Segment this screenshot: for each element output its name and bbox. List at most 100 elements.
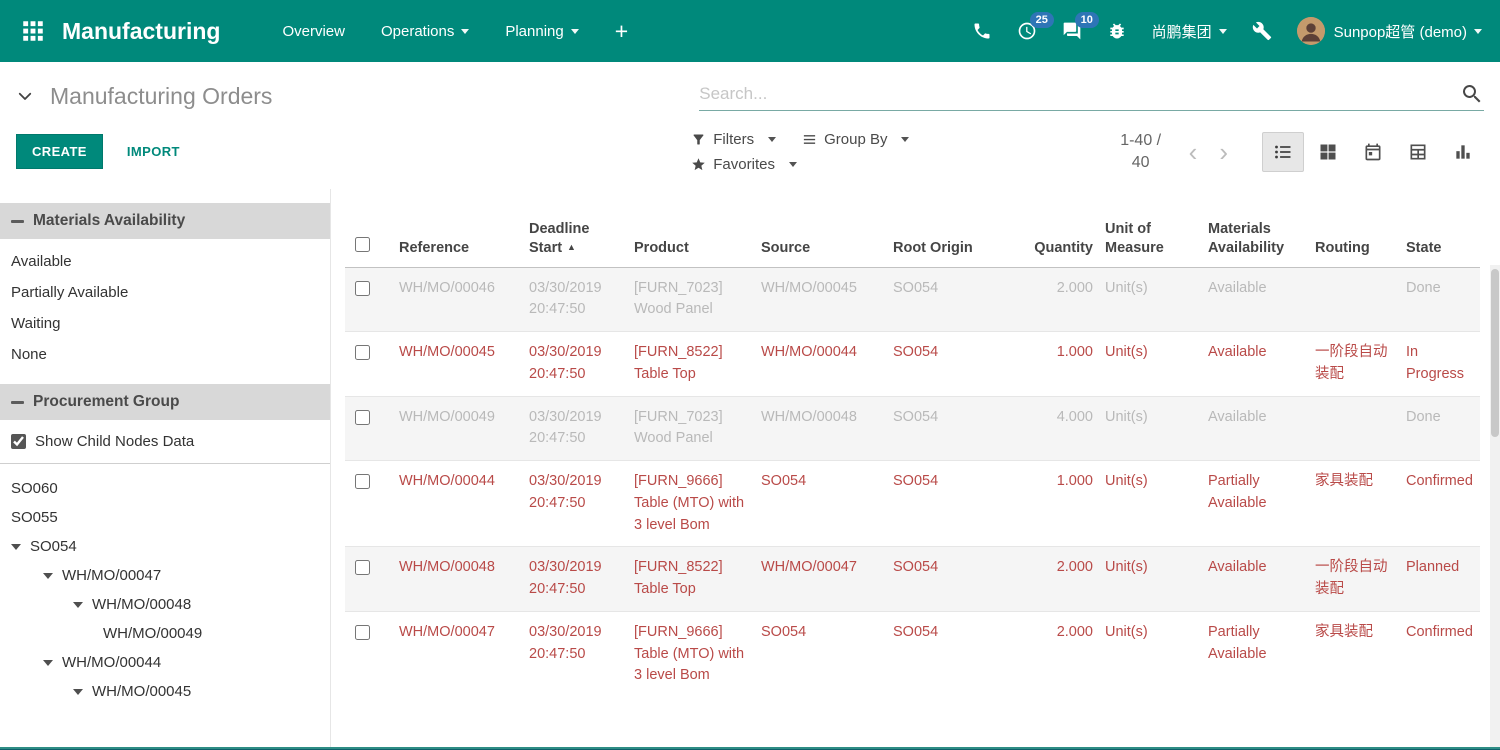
tree-item-wh-mo-00047[interactable]: WH/MO/00047 [0, 561, 330, 590]
calendar-view-button[interactable] [1352, 132, 1394, 172]
procurement-tree: SO060 SO055 SO054 WH/MO/00047 WH/MO/00048 WH/… [0, 474, 330, 706]
create-button[interactable]: CREATE [16, 134, 103, 169]
column-header-quantity[interactable]: Quantity [1014, 203, 1099, 267]
list-view-button[interactable] [1262, 132, 1304, 172]
cell-quantity: 1.000 [1014, 332, 1099, 397]
tree-item-wh-mo-00049[interactable]: WH/MO/00049 [0, 619, 330, 648]
messages-systray[interactable]: 10 [1062, 21, 1082, 41]
column-header-state[interactable]: State [1400, 203, 1480, 267]
graph-view-icon [1453, 142, 1473, 162]
kanban-view-button[interactable] [1307, 132, 1349, 172]
column-header-source[interactable]: Source [755, 203, 887, 267]
chevron-down-icon[interactable] [73, 602, 83, 608]
chevron-down-icon [768, 137, 776, 142]
add-menu-button[interactable]: + [615, 20, 628, 43]
favorites-menu[interactable]: Favorites [691, 156, 797, 173]
tree-item-label: WH/MO/00044 [62, 654, 161, 671]
tree-item-so055[interactable]: SO055 [0, 503, 330, 532]
mo-row-wh-mo-00047[interactable]: WH/MO/0004703/30/2019 20:47:50[FURN_9666… [345, 611, 1480, 697]
search-input[interactable] [699, 84, 1460, 104]
mo-row-wh-mo-00045[interactable]: WH/MO/0004503/30/2019 20:47:50[FURN_8522… [345, 332, 1480, 397]
import-button[interactable]: IMPORT [127, 144, 180, 159]
section-procurement-group[interactable]: Procurement Group [0, 384, 330, 420]
select-all-checkbox[interactable] [355, 237, 370, 252]
cell-deadline: 03/30/2019 20:47:50 [523, 547, 628, 612]
bug-icon[interactable] [1107, 21, 1127, 41]
mo-row-wh-mo-00046[interactable]: WH/MO/0004603/30/2019 20:47:50[FURN_7023… [345, 267, 1480, 332]
phone-icon[interactable] [972, 21, 992, 41]
tree-item-wh-mo-00045[interactable]: WH/MO/00045 [0, 677, 330, 706]
pager-next-button[interactable]: › [1215, 139, 1232, 165]
breadcrumb-chevron-down-icon[interactable] [16, 87, 34, 105]
tree-item-label: WH/MO/00048 [92, 596, 191, 613]
row-checkbox[interactable] [355, 625, 370, 640]
column-header-root-origin[interactable]: Root Origin [887, 203, 1014, 267]
row-checkbox[interactable] [355, 410, 370, 425]
filter-item-available[interactable]: Available [0, 246, 330, 277]
chevron-down-icon[interactable] [11, 544, 21, 550]
pivot-view-button[interactable] [1397, 132, 1439, 172]
chevron-down-icon[interactable] [73, 689, 83, 695]
column-header-materials-availability[interactable]: Materials Availability [1202, 203, 1309, 267]
pager-previous-button[interactable]: ‹ [1185, 139, 1202, 165]
tree-item-so060[interactable]: SO060 [0, 474, 330, 503]
user-menu[interactable]: Sunpop超管 (demo) [1297, 17, 1482, 45]
tree-item-so054[interactable]: SO054 [0, 532, 330, 561]
tree-item-wh-mo-00044[interactable]: WH/MO/00044 [0, 648, 330, 677]
show-child-nodes-checkbox[interactable] [11, 434, 26, 449]
control-panel: Manufacturing Orders CREATE IMPORT Filte… [0, 62, 1500, 189]
mo-row-wh-mo-00049[interactable]: WH/MO/0004903/30/2019 20:47:50[FURN_7023… [345, 396, 1480, 461]
activities-systray[interactable]: 25 [1017, 21, 1037, 41]
table-body: WH/MO/0004603/30/2019 20:47:50[FURN_7023… [345, 267, 1480, 697]
cell-routing: 家具装配 [1309, 611, 1400, 697]
row-checkbox[interactable] [355, 474, 370, 489]
tree-item-wh-mo-00048[interactable]: WH/MO/00048 [0, 590, 330, 619]
cell-uom: Unit(s) [1099, 547, 1202, 612]
section-materials-availability[interactable]: Materials Availability [0, 203, 330, 239]
sort-ascending-icon: ▲ [567, 242, 576, 252]
row-checkbox[interactable] [355, 345, 370, 360]
group-by-menu[interactable]: Group By [802, 131, 909, 148]
column-header-routing[interactable]: Routing [1309, 203, 1400, 267]
vertical-scrollbar[interactable] [1490, 265, 1500, 747]
filters-menu[interactable]: Filters [691, 131, 776, 148]
calendar-view-icon [1363, 142, 1383, 162]
show-child-nodes-toggle[interactable]: Show Child Nodes Data [0, 420, 330, 464]
cell-reference: WH/MO/00045 [393, 332, 523, 397]
cell-quantity: 1.000 [1014, 461, 1099, 547]
chevron-down-icon[interactable] [43, 660, 53, 666]
menu-operations[interactable]: Operations [381, 23, 469, 40]
filter-item-partially-available[interactable]: Partially Available [0, 277, 330, 308]
cell-quantity: 2.000 [1014, 267, 1099, 332]
apps-grid-icon[interactable] [20, 18, 46, 44]
column-header-unit-of-measure[interactable]: Unit of Measure [1099, 203, 1202, 267]
menu-planning[interactable]: Planning [505, 23, 578, 40]
search-panel: Materials Availability AvailablePartiall… [0, 189, 331, 747]
vertical-scrollbar-thumb[interactable] [1491, 269, 1499, 437]
section-fold-icon [11, 401, 24, 404]
mo-row-wh-mo-00048[interactable]: WH/MO/0004803/30/2019 20:47:50[FURN_8522… [345, 547, 1480, 612]
row-checkbox[interactable] [355, 281, 370, 296]
column-header-product[interactable]: Product [628, 203, 755, 267]
chevron-down-icon [789, 162, 797, 167]
pager-range: 1-40 / 40 [1111, 130, 1171, 173]
filter-item-none[interactable]: None [0, 339, 330, 370]
search-icon[interactable] [1460, 82, 1484, 106]
company-menu[interactable]: 尚鹏集团 [1152, 21, 1227, 42]
column-header-reference[interactable]: Reference [393, 203, 523, 267]
column-header-deadline-start[interactable]: Deadline Start▲ [523, 203, 628, 267]
tree-item-label: WH/MO/00047 [62, 567, 161, 584]
wrench-icon[interactable] [1252, 21, 1272, 41]
menu-overview[interactable]: Overview [282, 23, 345, 40]
chevron-down-icon[interactable] [43, 573, 53, 579]
filter-item-waiting[interactable]: Waiting [0, 308, 330, 339]
mo-row-wh-mo-00044[interactable]: WH/MO/0004403/30/2019 20:47:50[FURN_9666… [345, 461, 1480, 547]
app-title[interactable]: Manufacturing [62, 18, 220, 45]
cell-routing [1309, 267, 1400, 332]
row-checkbox[interactable] [355, 560, 370, 575]
section-title: Materials Availability [33, 212, 185, 230]
cell-source: SO054 [755, 611, 887, 697]
tree-item-label: SO055 [11, 509, 58, 526]
availability-list: AvailablePartially AvailableWaitingNone [0, 246, 330, 370]
graph-view-button[interactable] [1442, 132, 1484, 172]
